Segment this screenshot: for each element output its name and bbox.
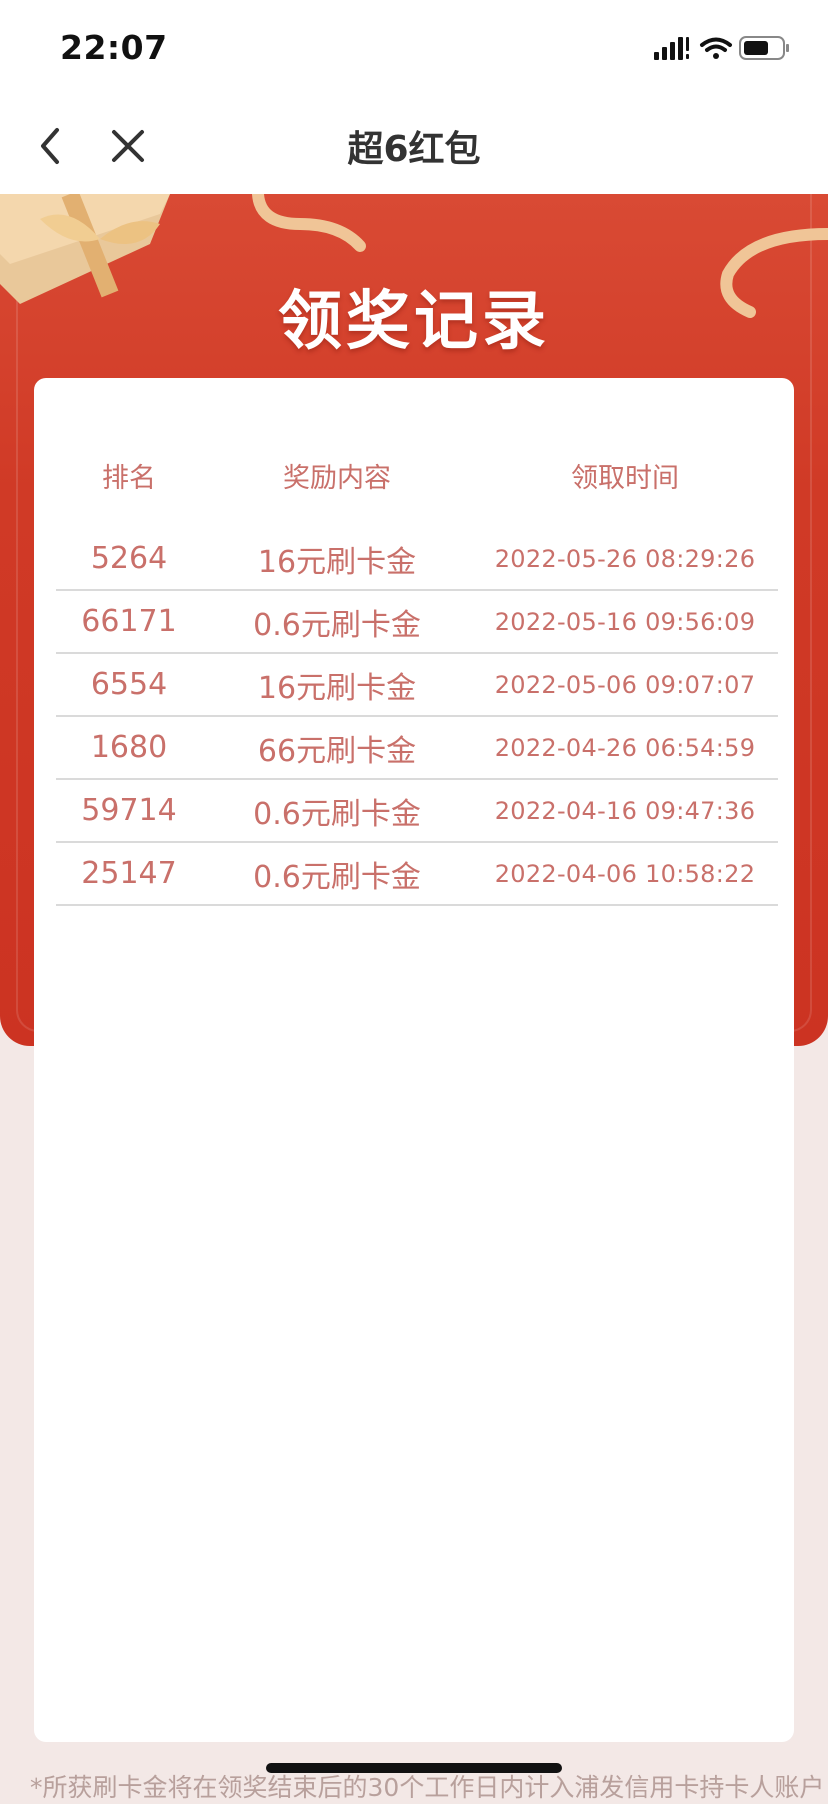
cell-time: 2022-05-16 09:56:09	[494, 607, 756, 636]
status-bar: 22:07	[0, 0, 828, 96]
table-row: 59714 0.6元刷卡金 2022-04-16 09:47:36	[56, 780, 778, 843]
records-card: 排名 奖励内容 领取时间 5264 16元刷卡金 2022-05-26 08:2…	[34, 378, 794, 1742]
signal-icon	[654, 37, 689, 60]
table-row: 66171 0.6元刷卡金 2022-05-16 09:56:09	[56, 591, 778, 654]
cell-rank: 59714	[81, 793, 177, 828]
header-reward: 奖励内容	[283, 463, 391, 494]
table-row: 5264 16元刷卡金 2022-05-26 08:29:26	[56, 528, 778, 591]
cell-time: 2022-04-16 09:47:36	[494, 796, 756, 825]
header-time: 领取时间	[571, 463, 679, 494]
table-body: 5264 16元刷卡金 2022-05-26 08:29:26 66171 0.…	[56, 528, 778, 906]
cell-time: 2022-04-26 06:54:59	[494, 733, 756, 762]
cell-time: 2022-04-06 10:58:22	[494, 859, 756, 888]
cell-rank: 6554	[90, 667, 168, 702]
table-row: 25147 0.6元刷卡金 2022-04-06 10:58:22	[56, 843, 778, 906]
wifi-icon	[700, 37, 732, 59]
battery-icon	[739, 36, 789, 60]
status-time: 22:07	[60, 28, 168, 67]
cell-reward: 66元刷卡金	[257, 733, 417, 769]
table-row: 6554 16元刷卡金 2022-05-06 09:07:07	[56, 654, 778, 717]
cell-rank: 5264	[90, 541, 168, 576]
ribbon-icon	[252, 194, 366, 252]
cell-reward: 16元刷卡金	[257, 670, 417, 706]
header-rank: 排名	[102, 463, 156, 494]
cell-reward: 0.6元刷卡金	[253, 607, 421, 643]
cell-rank: 66171	[81, 604, 177, 639]
cell-rank: 1680	[90, 730, 168, 765]
cell-reward: 0.6元刷卡金	[253, 796, 421, 832]
cell-rank: 25147	[81, 856, 177, 891]
cell-time: 2022-05-06 09:07:07	[494, 670, 756, 699]
cell-reward: 16元刷卡金	[257, 544, 417, 580]
home-indicator[interactable]	[266, 1763, 562, 1773]
page-title: 超6红包	[347, 129, 481, 170]
status-icons	[654, 34, 794, 64]
cell-reward: 0.6元刷卡金	[253, 859, 421, 895]
banner-title: 领奖记录	[278, 285, 550, 359]
table-header: 排名 奖励内容 领取时间	[56, 456, 778, 496]
table-row: 1680 66元刷卡金 2022-04-26 06:54:59	[56, 717, 778, 780]
footer-note: *所获刷卡金将在领奖结束后的30个工作日内计入浦发信用卡持卡人账户	[30, 1773, 825, 1802]
nav-bar: 超6红包	[0, 96, 828, 194]
cell-time: 2022-05-26 08:29:26	[494, 544, 756, 573]
